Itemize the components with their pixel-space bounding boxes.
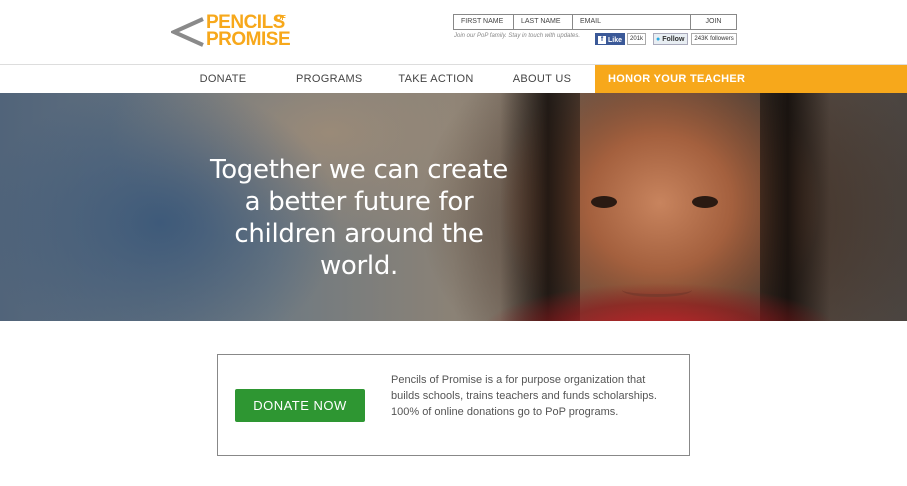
signup-tagline: Join our PoP family. Stay in touch with …	[454, 33, 581, 39]
hero-photo-eye-right	[692, 196, 718, 208]
twitter-follow-widget: ● Follow 243K followers	[653, 33, 737, 45]
mission-statement: Pencils of Promise is a for purpose orga…	[391, 374, 657, 418]
hero-photo-smile	[622, 283, 692, 297]
twitter-follow-label: Follow	[662, 36, 685, 43]
donate-now-button[interactable]: DONATE NOW	[235, 389, 365, 422]
donate-callout: DONATE NOW Pencils of Promise is a for p…	[217, 354, 690, 456]
hero-banner: Together we can create a better future f…	[0, 93, 907, 321]
facebook-icon: f	[598, 36, 606, 44]
twitter-follow-button[interactable]: ● Follow	[653, 33, 689, 45]
facebook-like-count: 201k	[627, 33, 647, 45]
email-field[interactable]: EMAIL	[572, 14, 690, 30]
main-navigation: DONATE PROGRAMS TAKE ACTION ABOUT US HON…	[0, 64, 907, 94]
hero-headline: Together we can create a better future f…	[210, 155, 508, 281]
logo-line-2: PROMISE	[206, 29, 291, 50]
nav-take-action[interactable]: TAKE ACTION	[398, 65, 474, 94]
facebook-like-widget: f Like 201k	[595, 33, 647, 45]
join-button[interactable]: JOIN	[690, 14, 737, 30]
nav-honor-your-teacher[interactable]: HONOR YOUR TEACHER	[595, 65, 907, 94]
site-header: PENCILS PROMISE OF FIRST NAME LAST NAME …	[0, 0, 907, 64]
last-name-field[interactable]: LAST NAME	[513, 14, 572, 30]
facebook-like-button[interactable]: f Like	[595, 33, 626, 45]
twitter-bird-icon: ●	[656, 36, 661, 43]
logo-of: OF	[276, 15, 286, 22]
pencils-of-promise-logo[interactable]: PENCILS PROMISE OF	[171, 13, 293, 50]
facebook-like-label: Like	[608, 36, 623, 44]
first-name-field[interactable]: FIRST NAME	[453, 14, 513, 30]
nav-donate[interactable]: DONATE	[195, 65, 251, 94]
hero-photo-eye-left	[591, 196, 617, 208]
chevron-left-icon	[171, 17, 204, 47]
nav-about-us[interactable]: ABOUT US	[511, 65, 573, 94]
newsletter-signup-form: FIRST NAME LAST NAME EMAIL JOIN	[453, 14, 737, 30]
nav-programs[interactable]: PROGRAMS	[296, 65, 362, 94]
twitter-follower-count: 243K followers	[691, 33, 737, 45]
